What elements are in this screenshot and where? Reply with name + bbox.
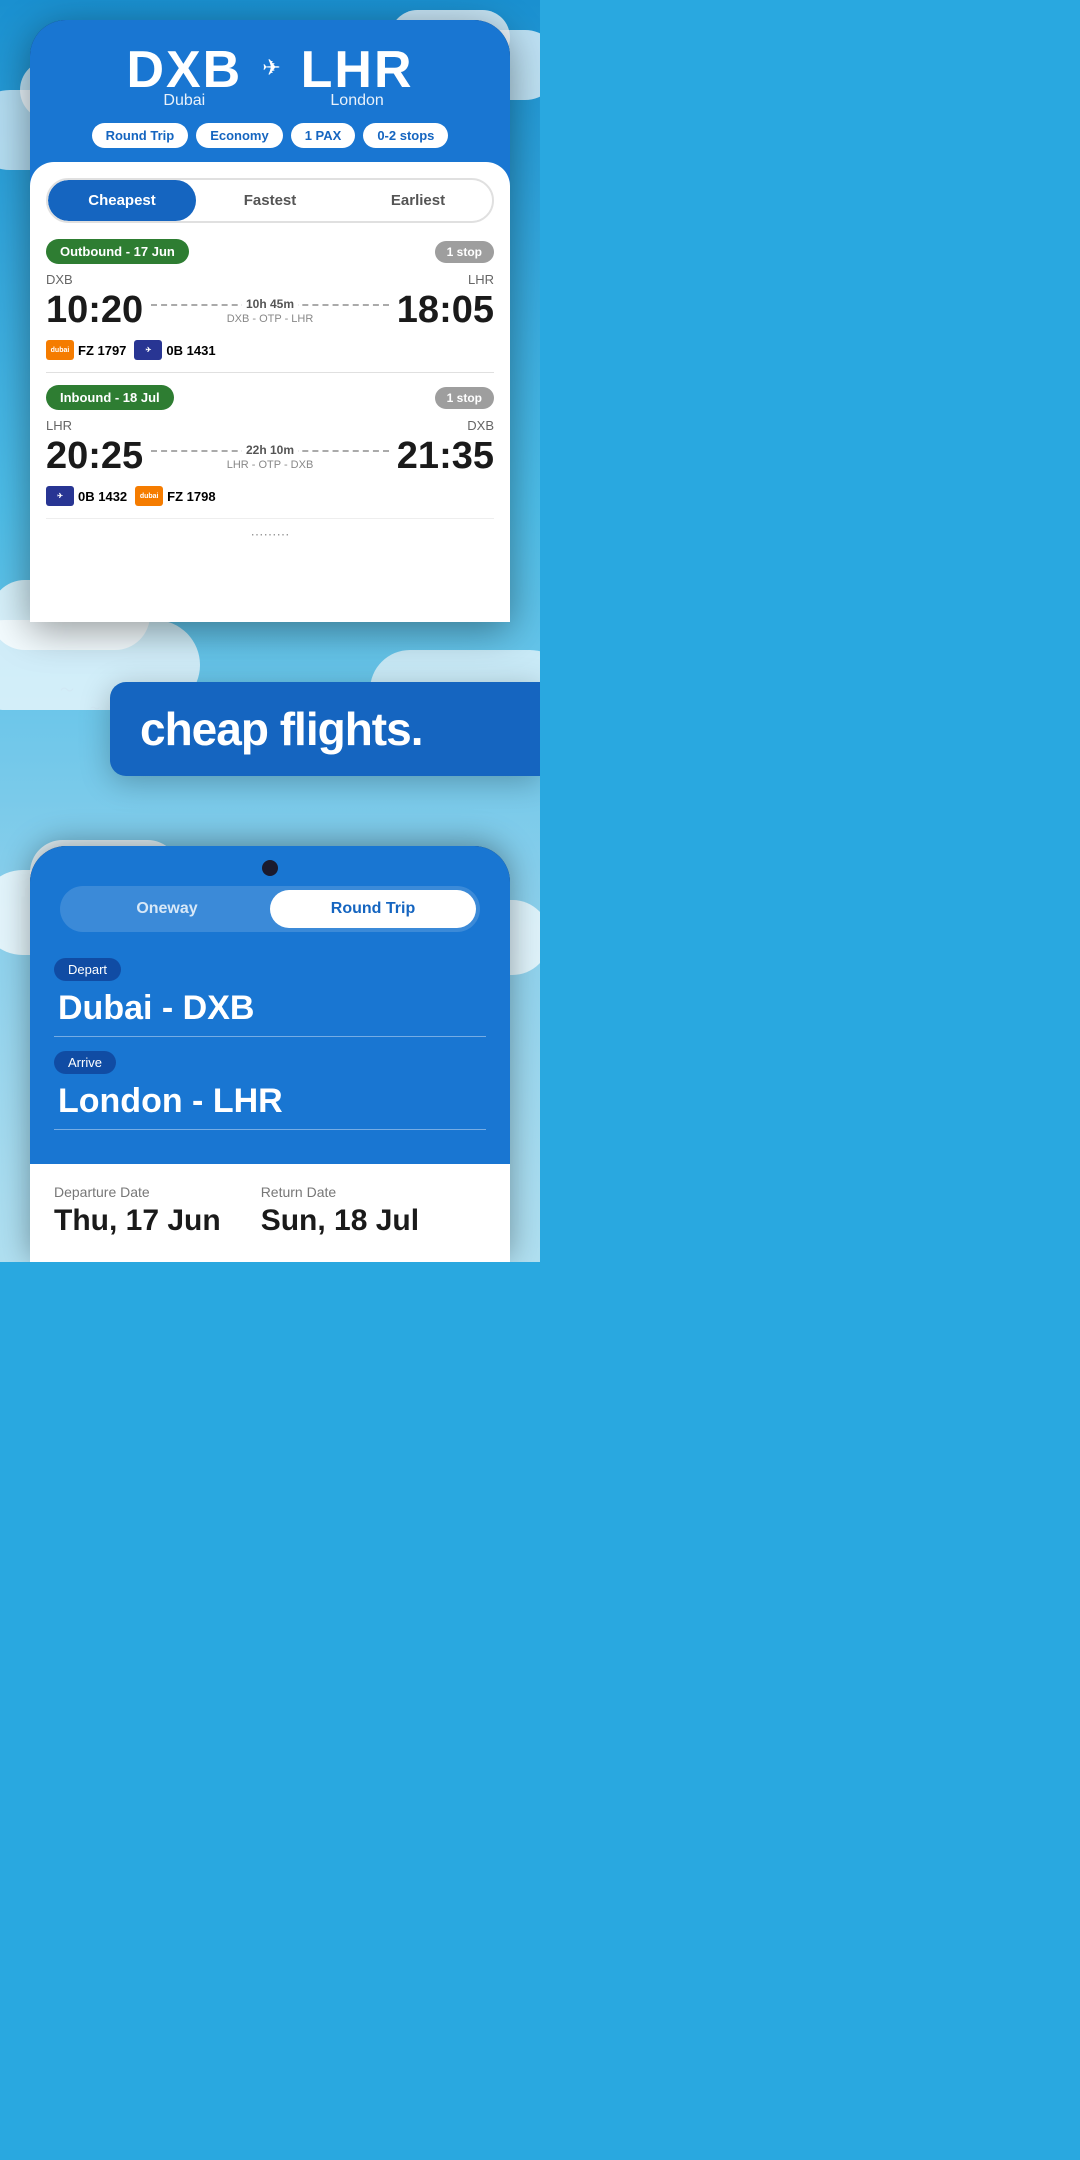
pax-tag[interactable]: 1 PAX (291, 123, 356, 148)
promo-box: cheap flights. (110, 682, 540, 776)
date-row: Departure Date Thu, 17 Jun Return Date S… (54, 1184, 486, 1238)
arrive-value[interactable]: London - LHR (54, 1082, 486, 1121)
flight-header: DXB Dubai ✈ LHR London (30, 30, 510, 115)
outbound-badge: Outbound - 17 Jun (46, 239, 189, 264)
outbound-header: Outbound - 17 Jun 1 stop (46, 239, 494, 264)
return-date-item[interactable]: Return Date Sun, 18 Jul (261, 1184, 419, 1238)
destination-code: LHR (301, 40, 414, 100)
inbound-airline-2: dubai FZ 1798 (135, 486, 215, 506)
outbound-airline-2: ✈ 0B 1431 (134, 340, 215, 360)
trip-type-toggle[interactable]: Oneway Round Trip (60, 886, 480, 932)
departure-date-value: Thu, 17 Jun (54, 1204, 221, 1238)
section-divider (46, 372, 494, 373)
outbound-duration: 10h 45m DXB - OTP - LHR (143, 297, 397, 325)
airline-logo-0b-out: ✈ (134, 340, 162, 360)
inbound-route: LHR DXB (46, 418, 494, 433)
search-form: Depart Dubai - DXB Arrive London - LHR (30, 942, 510, 1164)
outbound-airline-1: dubai FZ 1797 (46, 340, 126, 360)
inbound-depart-time: 20:25 (46, 435, 143, 478)
outbound-arrive-time: 18:05 (397, 289, 494, 332)
tab-fastest[interactable]: Fastest (196, 180, 344, 221)
inbound-header: Inbound - 18 Jul 1 stop (46, 385, 494, 410)
results-content: Cheapest Fastest Earliest Outbound - 17 … (30, 162, 510, 622)
tab-cheapest[interactable]: Cheapest (48, 180, 196, 221)
inbound-times: 20:25 22h 10m LHR - OTP - DXB 21:35 (46, 435, 494, 478)
airline-logo-fz-in: dubai (135, 486, 163, 506)
outbound-origin: DXB (46, 272, 73, 287)
sort-tab-bar: Cheapest Fastest Earliest (46, 178, 494, 223)
form-divider-1 (54, 1036, 486, 1037)
inbound-origin: LHR (46, 418, 72, 433)
outbound-flight-1: FZ 1797 (78, 343, 126, 358)
promo-text: cheap flights. (140, 702, 510, 756)
inbound-flight-2: FZ 1798 (167, 489, 215, 504)
inbound-section: Inbound - 18 Jul 1 stop LHR DXB 20:25 (46, 385, 494, 506)
phone-bottom-mockup: Oneway Round Trip Depart Dubai - DXB Arr… (30, 846, 510, 1262)
date-section: Departure Date Thu, 17 Jun Return Date S… (30, 1164, 510, 1262)
outbound-duration-text: 10h 45m (242, 297, 298, 311)
outbound-destination: LHR (468, 272, 494, 287)
notch-bar (30, 846, 510, 876)
cabin-tag[interactable]: Economy (196, 123, 283, 148)
inbound-airline-1: ✈ 0B 1432 (46, 486, 127, 506)
return-date-label: Return Date (261, 1184, 419, 1200)
tab-earliest[interactable]: Earliest (344, 180, 492, 221)
outbound-times: 10:20 10h 45m DXB - OTP - LHR 18:05 (46, 289, 494, 332)
departure-date-label: Departure Date (54, 1184, 221, 1200)
outbound-airlines: dubai FZ 1797 ✈ 0B 1431 (46, 340, 494, 360)
outbound-route: DXB LHR (46, 272, 494, 287)
outbound-flight-2: 0B 1431 (166, 343, 215, 358)
inbound-airlines: ✈ 0B 1432 dubai FZ 1798 (46, 486, 494, 506)
inbound-duration-text: 22h 10m (242, 443, 298, 457)
trip-type-tag[interactable]: Round Trip (92, 123, 189, 148)
notch-dot (262, 860, 278, 876)
promo-section: cheap flights. (0, 622, 540, 806)
arrive-label: Arrive (54, 1051, 116, 1074)
flight-tags: Round Trip Economy 1 PAX 0-2 stops (30, 115, 510, 162)
depart-label: Depart (54, 958, 121, 981)
inbound-arrive-time: 21:35 (397, 435, 494, 478)
origin-code: DXB (126, 40, 242, 100)
phone-top-mockup: DXB Dubai ✈ LHR London Round Trip Econom… (30, 20, 510, 622)
inbound-destination: DXB (467, 418, 494, 433)
stops-tag[interactable]: 0-2 stops (363, 123, 448, 148)
plane-icon: ✈ (262, 55, 280, 81)
price-preview: ⋯⋯⋯ (46, 518, 494, 543)
inbound-duration: 22h 10m LHR - OTP - DXB (143, 443, 397, 471)
inbound-flight-1: 0B 1432 (78, 489, 127, 504)
outbound-section: Outbound - 17 Jun 1 stop DXB LHR 10:20 (46, 239, 494, 360)
airline-logo-0b-in: ✈ (46, 486, 74, 506)
departure-date-item[interactable]: Departure Date Thu, 17 Jun (54, 1184, 221, 1238)
inbound-stop-badge: 1 stop (435, 387, 494, 409)
outbound-route-text: DXB - OTP - LHR (151, 313, 389, 325)
return-date-value: Sun, 18 Jul (261, 1204, 419, 1238)
outbound-stop-badge: 1 stop (435, 241, 494, 263)
toggle-round-trip[interactable]: Round Trip (270, 890, 476, 928)
airline-logo-fz: dubai (46, 340, 74, 360)
form-divider-2 (54, 1129, 486, 1130)
toggle-oneway[interactable]: Oneway (64, 890, 270, 928)
inbound-badge: Inbound - 18 Jul (46, 385, 174, 410)
depart-value[interactable]: Dubai - DXB (54, 989, 486, 1028)
inbound-route-text: LHR - OTP - DXB (151, 459, 389, 471)
outbound-depart-time: 10:20 (46, 289, 143, 332)
